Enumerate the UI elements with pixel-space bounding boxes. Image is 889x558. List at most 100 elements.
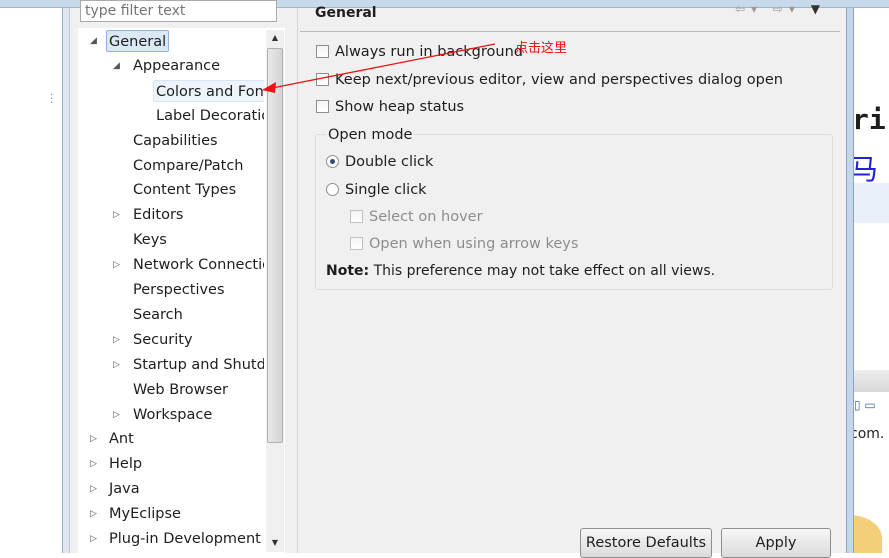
preferences-dialog: ◢ General ◢ Appearance Colors and Fonts Label… <box>70 0 846 558</box>
collapse-icon[interactable]: ◢ <box>90 30 97 52</box>
tree-item[interactable]: Ant <box>109 428 134 450</box>
open-arrow-keys-checkbox[interactable]: Open when using arrow keys <box>350 235 578 253</box>
tree-item[interactable]: Label Decorations <box>156 105 264 127</box>
mascot-image <box>854 513 884 553</box>
tree-item-label: Search <box>133 306 183 323</box>
tree-item[interactable]: Compare/Patch <box>133 155 244 177</box>
expand-icon[interactable]: ▷ <box>90 478 97 500</box>
tree-item-label: Ant <box>109 431 134 448</box>
left-editor-area: · · · <box>0 8 62 553</box>
page-title: General <box>315 5 377 21</box>
apply-button[interactable]: Apply <box>721 528 831 558</box>
tree-item-label: Compare/Patch <box>133 157 244 174</box>
expand-icon[interactable]: ▷ <box>90 428 97 450</box>
tree-item-label: Security <box>133 331 193 348</box>
scrollbar-thumb[interactable] <box>267 48 283 443</box>
tree-item[interactable]: Plug-in Development <box>109 528 261 550</box>
tree-item[interactable]: Java <box>109 478 140 500</box>
collapse-icon[interactable]: ◢ <box>113 55 120 77</box>
tree-item-label: Network Connections <box>133 257 264 274</box>
scroll-up-icon[interactable]: ▲ <box>266 30 284 46</box>
scroll-down-icon[interactable]: ▼ <box>266 535 284 551</box>
menu-icon[interactable]: ▼ <box>811 2 826 16</box>
window-frame-left <box>62 8 70 553</box>
expand-icon[interactable]: ▷ <box>113 254 120 276</box>
keep-dialog-open-checkbox[interactable]: Keep next/previous editor, view and pers… <box>316 71 783 89</box>
chinese-fragment: 马 <box>854 153 879 186</box>
tree-scrollbar[interactable]: ▲ ▼ <box>266 30 284 552</box>
checkbox-label: Always run in background <box>335 44 523 60</box>
tree-item[interactable]: General <box>106 30 170 52</box>
tree-item-label: Perspectives <box>133 282 225 298</box>
tree-item-label: Label Decorations <box>156 107 264 124</box>
expand-icon[interactable]: ▷ <box>113 404 120 426</box>
tree-item[interactable]: Colors and Fonts <box>153 79 264 102</box>
expand-icon[interactable]: ▷ <box>90 503 97 525</box>
open-mode-group: Open mode Double click Single click Sele… <box>315 126 833 290</box>
tree-item-label: Keys <box>133 232 167 249</box>
checkbox-label: Open when using arrow keys <box>369 236 579 252</box>
radio-label: Double click <box>345 154 434 170</box>
tree-item-label: Plug-in Development <box>109 531 261 547</box>
note-body: This preference may not take effect on a… <box>369 263 716 279</box>
tree-item-label: Colors and Fonts <box>156 83 264 100</box>
tree-item[interactable]: Content Types <box>133 179 236 201</box>
window-frame-right <box>846 8 854 553</box>
tree-item-label: Appearance <box>133 57 221 74</box>
expand-icon[interactable]: ▷ <box>90 453 97 475</box>
tree-item-label: Help <box>109 456 143 473</box>
tree-item[interactable]: Keys <box>133 229 167 251</box>
expand-icon[interactable]: ▷ <box>90 528 97 550</box>
preference-page: General ⇦▾ ⇨▾ ▼ Always run in background… <box>300 2 846 558</box>
single-click-radio[interactable]: Single click <box>326 181 427 199</box>
show-heap-status-checkbox[interactable]: Show heap status <box>316 98 464 116</box>
view-tab-bar <box>854 370 889 392</box>
radio-label: Single click <box>345 182 427 198</box>
background-editor: ri 马 ▯ ▭ com. <box>854 8 889 553</box>
tree-item[interactable]: Capabilities <box>133 130 218 152</box>
tree-item[interactable]: Search <box>133 304 183 326</box>
select-on-hover-checkbox[interactable]: Select on hover <box>350 208 483 226</box>
tree-item-label: Editors <box>133 207 184 224</box>
panel-sash[interactable] <box>290 8 298 553</box>
tree-item[interactable]: Appearance <box>133 55 220 77</box>
tree-item-label: Workspace <box>133 406 213 423</box>
view-toolbar-icons[interactable]: ▯ ▭ <box>854 398 876 412</box>
tree-item-label: Startup and Shutdown <box>133 356 264 373</box>
tree-item-label: Web Browser <box>133 381 228 398</box>
group-label: Open mode <box>326 126 415 144</box>
tree-item-label: Content Types <box>133 182 237 199</box>
expand-icon[interactable]: ▷ <box>113 204 120 226</box>
drag-grip-icon[interactable]: · · · <box>50 91 53 109</box>
back-icon[interactable]: ⇦▾ <box>735 2 763 16</box>
note-text: Note: This preference may not take effec… <box>326 262 715 280</box>
tree-item[interactable]: Perspectives <box>133 279 225 301</box>
expand-icon[interactable]: ▷ <box>113 329 120 351</box>
filter-input[interactable] <box>80 0 277 22</box>
tree-item-label: Java <box>109 481 140 498</box>
url-fragment: com. <box>854 426 885 442</box>
forward-icon[interactable]: ⇨▾ <box>773 2 801 16</box>
tree-item[interactable]: Workspace <box>133 404 212 426</box>
tree-item[interactable]: Network Connections <box>133 254 264 276</box>
expand-icon[interactable]: ▷ <box>113 354 120 376</box>
checkbox-label: Select on hover <box>369 209 483 225</box>
tree-item-label: General <box>109 34 167 50</box>
code-fragment: ri <box>854 103 886 136</box>
tree-item[interactable]: Web Browser <box>133 379 228 401</box>
double-click-radio[interactable]: Double click <box>326 153 433 171</box>
highlight-row <box>854 183 889 223</box>
tree-item[interactable]: Security <box>133 329 193 351</box>
preferences-tree: ◢ General ◢ Appearance Colors and Fonts Label… <box>78 28 285 553</box>
tree-item[interactable]: Help <box>109 453 142 475</box>
tree-item[interactable]: Editors <box>133 204 183 226</box>
divider <box>300 31 840 32</box>
page-nav-toolbar: ⇦▾ ⇨▾ ▼ <box>735 2 826 16</box>
tree-item[interactable]: Startup and Shutdown <box>133 354 264 376</box>
always-run-background-checkbox[interactable]: Always run in background <box>316 43 523 61</box>
tree-item[interactable]: MyEclipse <box>109 503 181 525</box>
checkbox-label: Show heap status <box>335 99 465 115</box>
checkbox-label: Keep next/previous editor, view and pers… <box>335 72 783 88</box>
tree-item-label: Capabilities <box>133 132 218 149</box>
restore-defaults-button[interactable]: Restore Defaults <box>580 528 712 558</box>
